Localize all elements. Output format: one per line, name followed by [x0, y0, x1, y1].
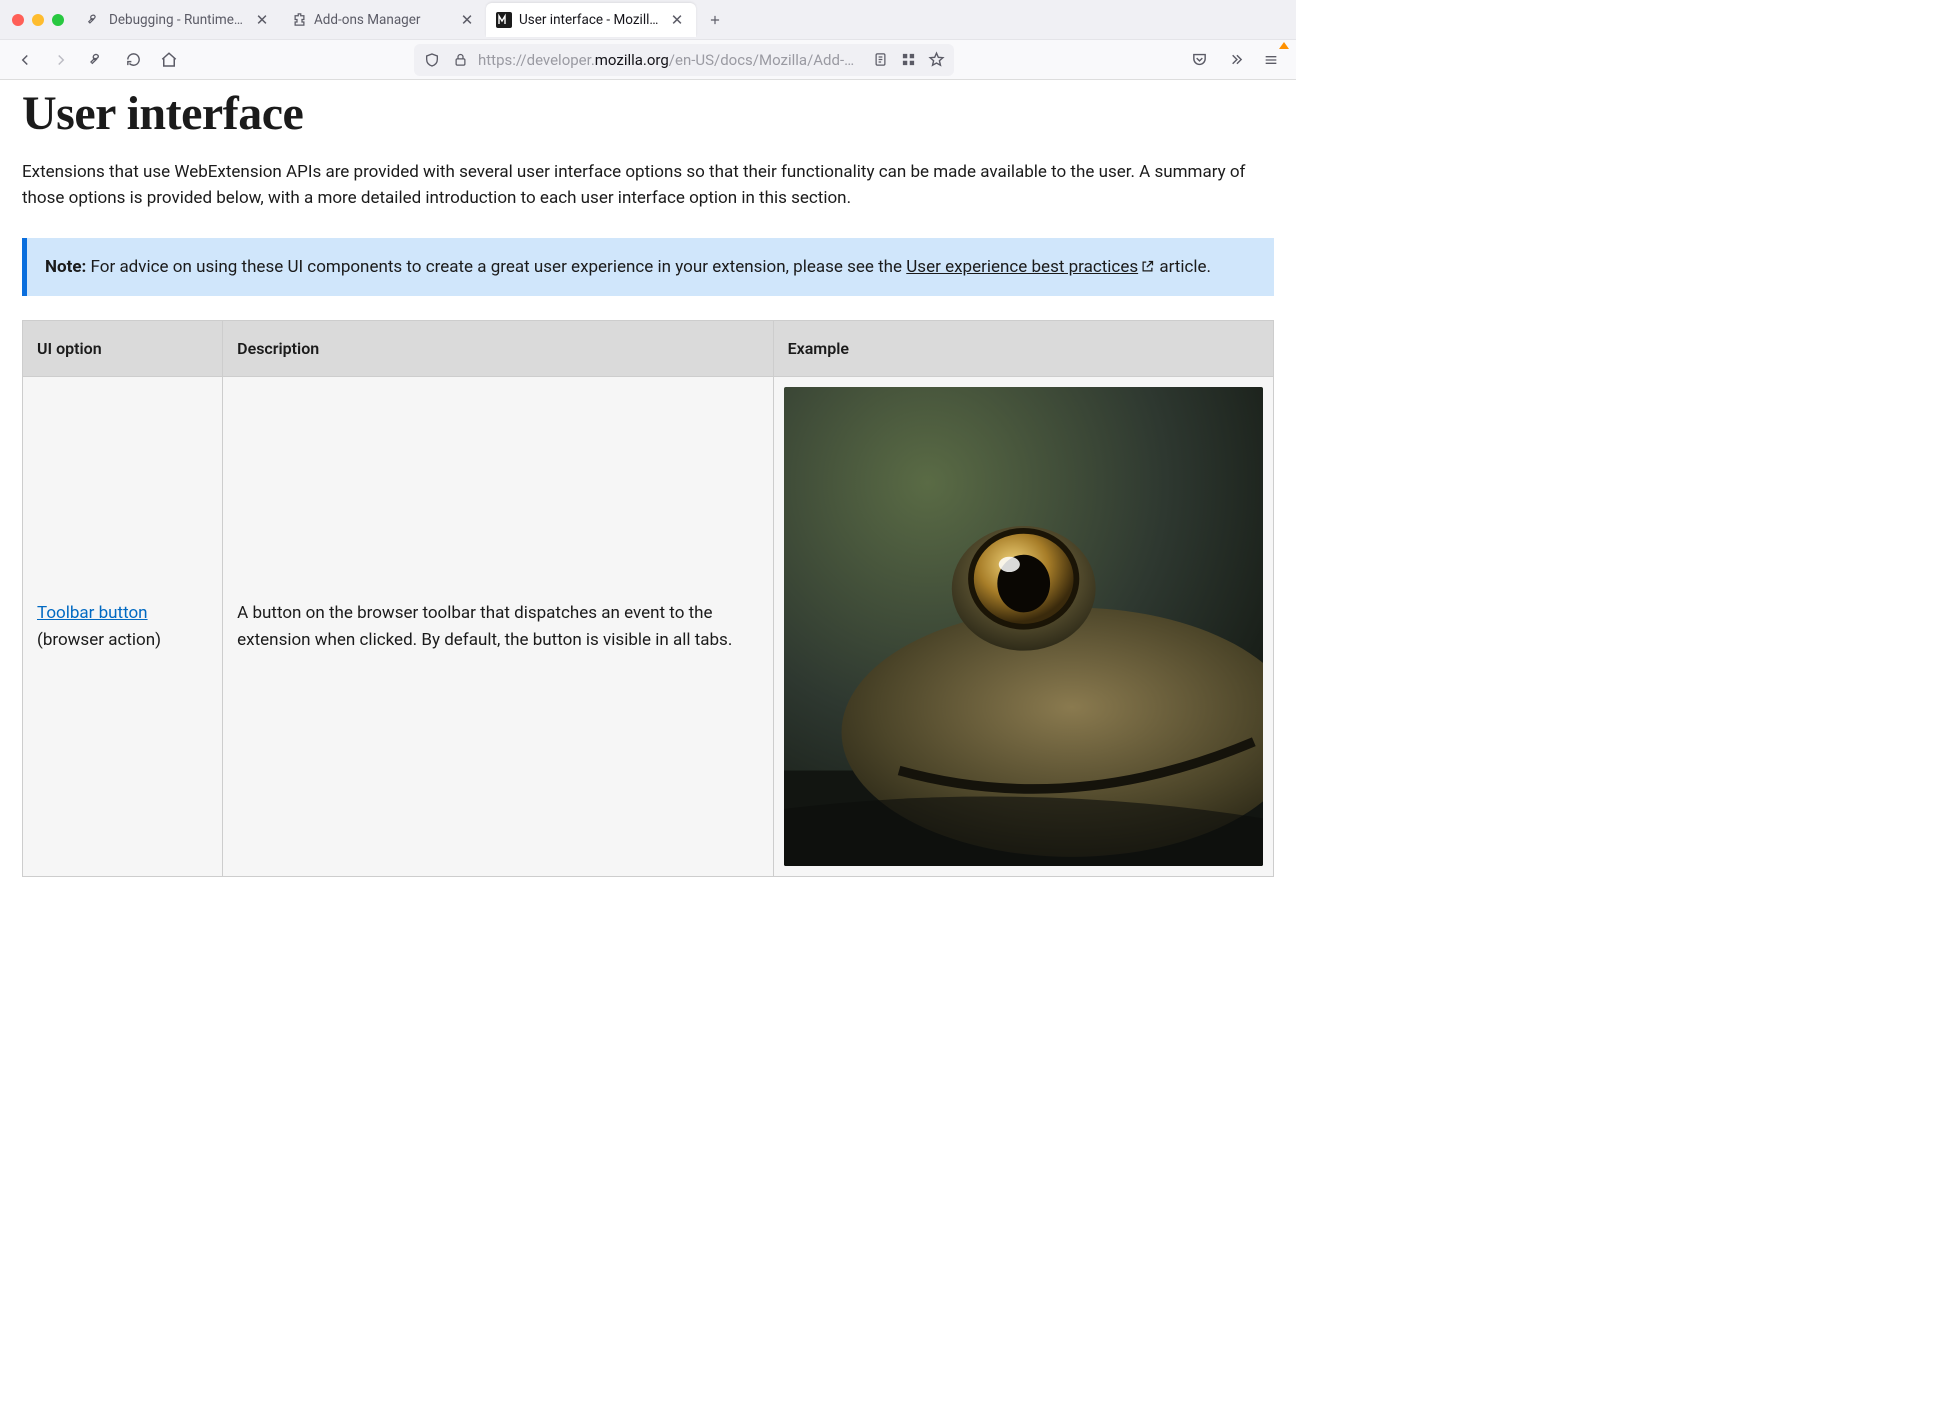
- example-image: [784, 387, 1263, 866]
- intro-paragraph: Extensions that use WebExtension APIs ar…: [22, 159, 1274, 212]
- url-prefix: https://developer.: [478, 51, 595, 69]
- tab-addons[interactable]: Add-ons Manager ✕: [281, 3, 486, 37]
- forward-button[interactable]: [46, 45, 76, 75]
- reader-mode-icon[interactable]: [870, 50, 890, 70]
- puzzle-icon: [291, 12, 307, 28]
- new-tab-button[interactable]: [700, 5, 730, 35]
- tab-strip: Debugging - Runtime / this-firef… ✕ Add-…: [0, 0, 1296, 40]
- minimize-window[interactable]: [32, 14, 44, 26]
- url-path: /en-US/docs/Mozilla/Add-ons/WebExter: [669, 51, 862, 69]
- note-link[interactable]: User experience best practices: [906, 257, 1138, 277]
- close-window[interactable]: [12, 14, 24, 26]
- overflow-icon[interactable]: [1220, 45, 1250, 75]
- bookmark-star-icon[interactable]: [926, 50, 946, 70]
- note-callout: Note: For advice on using these UI compo…: [22, 238, 1274, 296]
- cell-description: A button on the browser toolbar that dis…: [223, 377, 773, 877]
- lock-icon[interactable]: [450, 50, 470, 70]
- maximize-window[interactable]: [52, 14, 64, 26]
- home-button[interactable]: [154, 45, 184, 75]
- toolbar-button-link[interactable]: Toolbar button: [37, 603, 148, 623]
- table-row: Toolbar button (browser action) A button…: [23, 377, 1274, 877]
- page-content: User interface Extensions that use WebEx…: [0, 80, 1296, 940]
- reload-button[interactable]: [118, 45, 148, 75]
- note-text-1: For advice on using these UI components …: [86, 257, 906, 277]
- wrench-icon: [86, 12, 102, 28]
- ui-options-table: UI option Description Example Toolbar bu…: [22, 320, 1274, 877]
- tab-label: Debugging - Runtime / this-firef…: [109, 12, 246, 28]
- close-icon[interactable]: ✕: [458, 11, 476, 29]
- tab-debugging[interactable]: Debugging - Runtime / this-firef… ✕: [76, 3, 281, 37]
- url-bar[interactable]: https://developer.mozilla.org/en-US/docs…: [414, 44, 954, 76]
- tab-label: User interface - Mozilla | MDN: [519, 12, 661, 28]
- th-description: Description: [223, 321, 773, 377]
- note-text-2: article.: [1155, 257, 1211, 277]
- devtools-button[interactable]: [82, 45, 112, 75]
- qr-icon[interactable]: [898, 50, 918, 70]
- cell-example: [773, 377, 1273, 877]
- external-link-icon: [1140, 259, 1155, 274]
- window-controls: [6, 14, 76, 26]
- app-menu-button[interactable]: [1256, 45, 1286, 75]
- note-label: Note:: [45, 257, 86, 277]
- tab-label: Add-ons Manager: [314, 12, 451, 28]
- shield-icon[interactable]: [422, 50, 442, 70]
- th-example: Example: [773, 321, 1273, 377]
- close-icon[interactable]: ✕: [253, 11, 271, 29]
- pocket-icon[interactable]: [1184, 45, 1214, 75]
- mdn-icon: [496, 12, 512, 28]
- back-button[interactable]: [10, 45, 40, 75]
- ui-option-subtext: (browser action): [37, 630, 161, 650]
- page-title: User interface: [22, 86, 1274, 141]
- url-host: mozilla.org: [595, 51, 669, 69]
- cell-ui-option: Toolbar button (browser action): [23, 377, 223, 877]
- tab-mdn[interactable]: User interface - Mozilla | MDN ✕: [486, 3, 696, 37]
- url-text: https://developer.mozilla.org/en-US/docs…: [478, 51, 862, 69]
- close-icon[interactable]: ✕: [668, 11, 686, 29]
- nav-bar: https://developer.mozilla.org/en-US/docs…: [0, 40, 1296, 80]
- th-ui-option: UI option: [23, 321, 223, 377]
